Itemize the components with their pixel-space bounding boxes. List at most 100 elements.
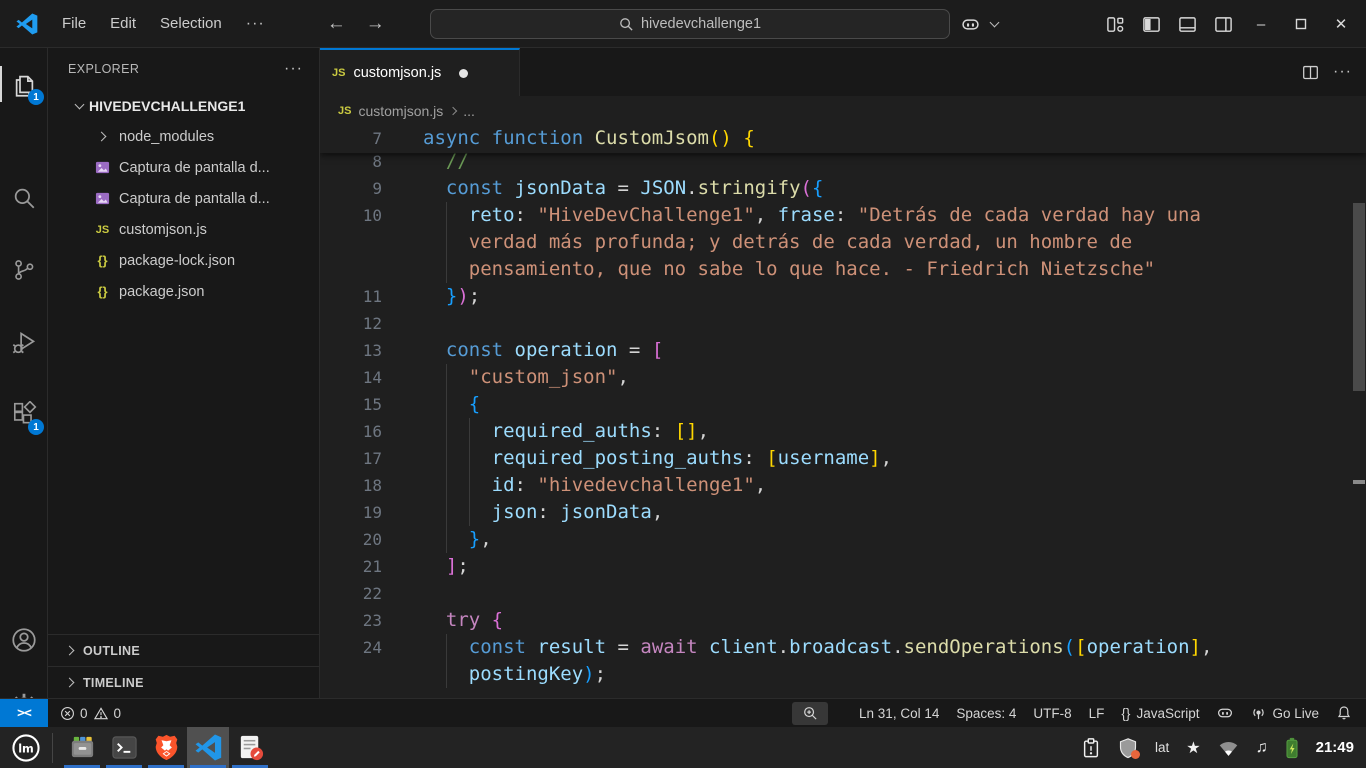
taskbar-text-editor-button[interactable]: [229, 727, 271, 768]
indentation[interactable]: Spaces: 4: [956, 706, 1016, 721]
clock[interactable]: 21:49: [1316, 739, 1354, 756]
encoding[interactable]: UTF-8: [1033, 706, 1071, 721]
explorer-item[interactable]: JScustomjson.js: [48, 214, 319, 245]
activity-account-button[interactable]: [0, 618, 48, 662]
timeline-section-header[interactable]: TIMELINE: [48, 666, 319, 698]
keyboard-layout-indicator[interactable]: lat: [1155, 740, 1169, 755]
cursor-position[interactable]: Ln 31, Col 14: [859, 706, 939, 721]
code-line[interactable]: 20 },: [320, 526, 1366, 553]
menu-selection[interactable]: Selection: [148, 0, 234, 48]
menu-edit[interactable]: Edit: [98, 0, 148, 48]
indent-guide: [446, 364, 447, 391]
search-value: hivedevchallenge1: [641, 16, 761, 32]
modified-dot-icon[interactable]: [459, 69, 468, 78]
copilot-status-icon[interactable]: [1216, 704, 1234, 722]
toggle-sidebar-icon[interactable]: [1136, 9, 1166, 39]
media-player-tray-icon[interactable]: ♫: [1256, 739, 1268, 757]
code-line[interactable]: 22: [320, 580, 1366, 607]
eol-sequence[interactable]: LF: [1089, 706, 1105, 721]
mint-menu-button[interactable]: lm: [0, 727, 52, 768]
zoom-indicator-button[interactable]: [792, 702, 828, 725]
code-line[interactable]: pensamiento, que no sabe lo que hace. - …: [320, 256, 1366, 283]
code-line[interactable]: 18 id: "hivedevchallenge1",: [320, 472, 1366, 499]
clipboard-tray-icon[interactable]: [1081, 737, 1101, 759]
customize-layout-icon[interactable]: [1100, 9, 1130, 39]
split-editor-icon[interactable]: [1302, 64, 1319, 81]
notifications-bell-icon[interactable]: [1336, 705, 1352, 721]
code-line[interactable]: 13 const operation = [: [320, 337, 1366, 364]
wifi-tray-icon[interactable]: [1218, 739, 1239, 757]
activity-explorer-button[interactable]: 1: [0, 62, 48, 106]
toggle-panel-icon[interactable]: [1172, 9, 1202, 39]
activity-search-button[interactable]: [0, 176, 48, 220]
code-line[interactable]: 24 const result = await client.broadcast…: [320, 634, 1366, 661]
taskbar-file-manager-button[interactable]: [61, 727, 103, 768]
copilot-icon[interactable]: [955, 9, 985, 39]
outline-section-header[interactable]: OUTLINE: [48, 634, 319, 666]
explorer-root-folder[interactable]: HIVEDEVCHALLENGE1: [48, 90, 319, 121]
nav-back-icon[interactable]: ←: [317, 13, 356, 35]
explorer-item[interactable]: {}package.json: [48, 276, 319, 307]
explorer-item[interactable]: {}package-lock.json: [48, 245, 319, 276]
code-line[interactable]: 9 const jsonData = JSON.stringify({: [320, 175, 1366, 202]
code-line[interactable]: 16 required_auths: [],: [320, 418, 1366, 445]
activity-run-debug-button[interactable]: [0, 320, 48, 364]
breadcrumb-separator-icon: [449, 106, 457, 114]
broadcast-icon: [1251, 706, 1266, 721]
code-line[interactable]: 12: [320, 310, 1366, 337]
nav-forward-icon[interactable]: →: [356, 13, 395, 35]
command-search-box[interactable]: hivedevchallenge1: [430, 9, 950, 39]
image-file-icon: [95, 160, 110, 175]
code-line[interactable]: 21 ];: [320, 553, 1366, 580]
problems-indicator[interactable]: 0 0: [60, 706, 121, 721]
js-file-icon: JS: [332, 67, 345, 79]
menu-more[interactable]: ···: [234, 0, 277, 48]
window-close-button[interactable]: ✕: [1324, 0, 1358, 48]
firewall-tray-icon[interactable]: [1118, 737, 1138, 759]
copilot-chevron-icon[interactable]: [990, 18, 1000, 28]
code-line[interactable]: 14 "custom_json",: [320, 364, 1366, 391]
taskbar-terminal-button[interactable]: [103, 727, 145, 768]
code-editor[interactable]: 8 //9 const jsonData = JSON.stringify({1…: [320, 125, 1366, 698]
battery-tray-icon[interactable]: [1285, 737, 1299, 759]
code-line[interactable]: 7async function CustomJsom() {: [320, 125, 1366, 153]
breadcrumb-file[interactable]: customjson.js: [358, 103, 443, 119]
code-line[interactable]: 15 {: [320, 391, 1366, 418]
editor-more-button[interactable]: ···: [1333, 63, 1352, 81]
code-line[interactable]: 17 required_posting_auths: [username],: [320, 445, 1366, 472]
activity-extensions-button[interactable]: 1: [0, 392, 48, 436]
code-line[interactable]: verdad más profunda; y detrás de cada ve…: [320, 229, 1366, 256]
code-line[interactable]: postingKey);: [320, 661, 1366, 688]
line-number: 19: [320, 499, 382, 526]
breadcrumb[interactable]: JS customjson.js ...: [320, 96, 1366, 125]
taskbar-vscode-button[interactable]: [187, 727, 229, 768]
code-line[interactable]: 11 });: [320, 283, 1366, 310]
sticky-scroll-line[interactable]: 7async function CustomJsom() {: [320, 125, 1366, 153]
toggle-secondary-sidebar-icon[interactable]: [1208, 9, 1238, 39]
code-line[interactable]: 23 try {: [320, 607, 1366, 634]
explorer-item[interactable]: node_modules: [48, 121, 319, 152]
explorer-more-button[interactable]: ···: [284, 60, 303, 78]
language-mode[interactable]: {} JavaScript: [1121, 706, 1199, 721]
editor-scrollbar[interactable]: [1352, 125, 1366, 698]
explorer-item[interactable]: Captura de pantalla d...: [48, 152, 319, 183]
error-icon: [60, 706, 75, 721]
chevron-right-icon: [65, 646, 75, 656]
go-live-button[interactable]: Go Live: [1251, 706, 1319, 721]
window-maximize-button[interactable]: [1284, 0, 1318, 48]
svg-text:lm: lm: [18, 742, 34, 755]
activity-source-control-button[interactable]: [0, 248, 48, 292]
menu-file[interactable]: File: [50, 0, 98, 48]
taskbar-brave-button[interactable]: [145, 727, 187, 768]
code-line[interactable]: 10 reto: "HiveDevChallenge1", frase: "De…: [320, 202, 1366, 229]
window-minimize-button[interactable]: –: [1244, 0, 1278, 48]
code-line[interactable]: 19 json: jsonData,: [320, 499, 1366, 526]
favorites-star-icon[interactable]: ★: [1186, 738, 1200, 758]
breadcrumb-symbol[interactable]: ...: [463, 103, 475, 119]
scrollbar-thumb[interactable]: [1353, 203, 1365, 391]
tab-customjson[interactable]: JS customjson.js: [320, 48, 520, 96]
remote-indicator[interactable]: ><: [0, 699, 48, 727]
explorer-item[interactable]: Captura de pantalla d...: [48, 183, 319, 214]
warning-icon: [93, 706, 109, 721]
line-number: 18: [320, 472, 382, 499]
